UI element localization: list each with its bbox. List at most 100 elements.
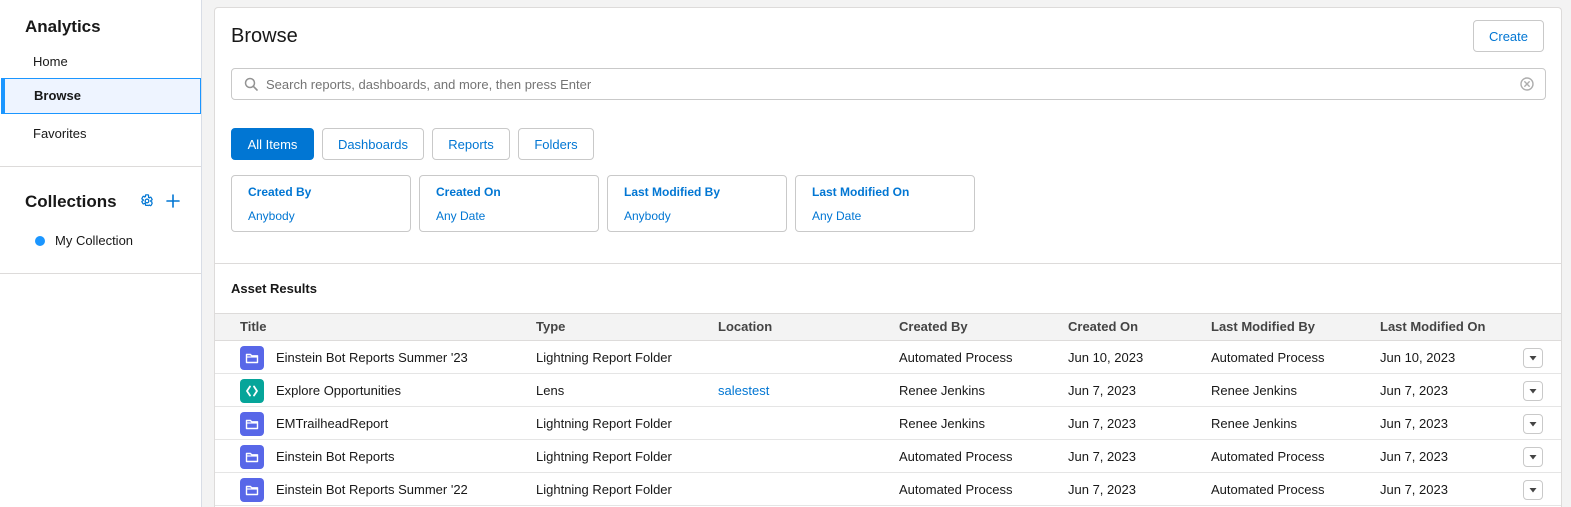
- filter-last-modified-by[interactable]: Last Modified By Anybody: [607, 175, 787, 232]
- filter-bar: Created By Anybody Created On Any Date L…: [231, 175, 975, 232]
- column-header-type[interactable]: Type: [536, 314, 565, 340]
- folder-icon: [240, 445, 264, 469]
- column-header-title[interactable]: Title: [240, 314, 267, 340]
- browse-panel: Browse Create All Items Dashboards Repor…: [214, 7, 1562, 507]
- row-actions-button[interactable]: [1523, 381, 1543, 401]
- chevron-down-icon: [1529, 455, 1537, 460]
- row-created-on: Jun 7, 2023: [1068, 383, 1136, 398]
- tab-all-items[interactable]: All Items: [231, 128, 314, 160]
- sidebar-divider: [0, 166, 201, 167]
- collections-title: Collections: [25, 192, 117, 211]
- page-title: Browse: [231, 25, 298, 47]
- row-location-link[interactable]: salestest: [718, 374, 769, 407]
- row-last-modified-by: Automated Process: [1211, 449, 1325, 464]
- row-last-modified-by: Automated Process: [1211, 482, 1325, 497]
- filter-last-modified-on[interactable]: Last Modified On Any Date: [795, 175, 975, 232]
- table-row[interactable]: Explore Opportunities Lens salestest Renee …: [215, 374, 1561, 407]
- chevron-down-icon: [1529, 389, 1537, 394]
- row-title[interactable]: Explore Opportunities: [276, 374, 401, 407]
- collection-dot-icon: [35, 235, 45, 246]
- folder-icon: [240, 478, 264, 502]
- tab-reports[interactable]: Reports: [432, 128, 510, 160]
- filter-value: Anybody: [624, 209, 671, 223]
- folder-icon: [240, 412, 264, 436]
- row-created-by: Automated Process: [899, 350, 1013, 365]
- row-actions-button[interactable]: [1523, 414, 1543, 434]
- lens-icon: [240, 379, 264, 403]
- column-header-last-modified-by[interactable]: Last Modified By: [1211, 314, 1315, 340]
- row-created-by: Automated Process: [899, 482, 1013, 497]
- row-created-by: Renee Jenkins: [899, 416, 985, 431]
- row-last-modified-on: Jun 7, 2023: [1380, 383, 1448, 398]
- sidebar-divider: [0, 273, 201, 274]
- filter-label: Created On: [436, 185, 501, 199]
- filter-value: Any Date: [812, 209, 862, 223]
- sidebar-item-favorites[interactable]: Favorites: [0, 116, 201, 152]
- filter-label: Last Modified By: [624, 185, 721, 199]
- app-title: Analytics: [25, 17, 101, 36]
- row-last-modified-on: Jun 10, 2023: [1380, 350, 1456, 365]
- results-table: Title Type Location Created By Created O…: [215, 313, 1561, 506]
- filter-value: Anybody: [248, 209, 295, 223]
- column-header-last-modified-on[interactable]: Last Modified On: [1380, 314, 1485, 340]
- filter-created-on[interactable]: Created On Any Date: [419, 175, 599, 232]
- results-title: Asset Results: [231, 281, 317, 296]
- row-title[interactable]: Einstein Bot Reports Summer '23: [276, 341, 468, 374]
- table-row[interactable]: Einstein Bot Reports Summer '23 Lightning…: [215, 341, 1561, 374]
- table-row[interactable]: EMTrailheadReport Lightning Report Folder…: [215, 407, 1561, 440]
- row-title[interactable]: Einstein Bot Reports Summer '22: [276, 473, 468, 506]
- chevron-down-icon: [1529, 488, 1537, 493]
- table-row[interactable]: Einstein Bot Reports Lightning Report Fol…: [215, 440, 1561, 473]
- tab-dashboards[interactable]: Dashboards: [322, 128, 424, 160]
- row-created-on: Jun 7, 2023: [1068, 482, 1136, 497]
- row-type: Lightning Report Folder: [536, 416, 672, 431]
- row-actions-button[interactable]: [1523, 447, 1543, 467]
- column-header-created-on[interactable]: Created On: [1068, 314, 1138, 340]
- table-header: Title Type Location Created By Created O…: [215, 313, 1561, 341]
- table-body: Einstein Bot Reports Summer '23 Lightning…: [215, 341, 1561, 506]
- search-icon: [244, 77, 258, 91]
- tab-folders[interactable]: Folders: [518, 128, 594, 160]
- gear-icon[interactable]: [140, 194, 154, 208]
- row-type: Lightning Report Folder: [536, 449, 672, 464]
- row-type: Lens: [536, 383, 565, 398]
- sidebar-item-browse[interactable]: Browse: [1, 78, 201, 114]
- search-input[interactable]: [258, 76, 1520, 92]
- row-created-on: Jun 7, 2023: [1068, 449, 1136, 464]
- row-actions-button[interactable]: [1523, 348, 1543, 368]
- row-last-modified-on: Jun 7, 2023: [1380, 416, 1448, 431]
- filter-label: Last Modified On: [812, 185, 910, 199]
- filter-label: Created By: [248, 185, 312, 199]
- row-last-modified-on: Jun 7, 2023: [1380, 482, 1448, 497]
- row-type: Lightning Report Folder: [536, 482, 672, 497]
- create-button[interactable]: Create: [1473, 20, 1544, 52]
- clear-icon[interactable]: [1520, 77, 1534, 91]
- row-created-by: Renee Jenkins: [899, 383, 985, 398]
- table-row[interactable]: Einstein Bot Reports Summer '22 Lightning…: [215, 473, 1561, 506]
- row-created-on: Jun 10, 2023: [1068, 350, 1144, 365]
- row-created-on: Jun 7, 2023: [1068, 416, 1136, 431]
- sidebar-item-home[interactable]: Home: [0, 44, 201, 80]
- row-created-by: Automated Process: [899, 449, 1013, 464]
- chevron-down-icon: [1529, 422, 1537, 427]
- collection-label: My Collection: [55, 233, 134, 248]
- sidebar: Analytics Home Browse Favorites Collecti…: [0, 0, 202, 507]
- search-box[interactable]: [231, 68, 1546, 100]
- row-last-modified-by: Renee Jenkins: [1211, 416, 1297, 431]
- row-last-modified-by: Renee Jenkins: [1211, 383, 1297, 398]
- section-divider: [215, 263, 1561, 264]
- row-title[interactable]: Einstein Bot Reports: [276, 440, 395, 473]
- column-header-created-by[interactable]: Created By: [899, 314, 968, 340]
- row-last-modified-on: Jun 7, 2023: [1380, 449, 1448, 464]
- filter-created-by[interactable]: Created By Anybody: [231, 175, 411, 232]
- collection-item-my-collection[interactable]: My Collection: [35, 233, 133, 248]
- row-type: Lightning Report Folder: [536, 350, 672, 365]
- row-title[interactable]: EMTrailheadReport: [276, 407, 388, 440]
- folder-icon: [240, 346, 264, 370]
- row-last-modified-by: Automated Process: [1211, 350, 1325, 365]
- filter-value: Any Date: [436, 209, 486, 223]
- type-tabs: All Items Dashboards Reports Folders: [231, 128, 594, 160]
- add-collection-icon[interactable]: [166, 194, 180, 208]
- column-header-location[interactable]: Location: [718, 314, 772, 340]
- row-actions-button[interactable]: [1523, 480, 1543, 500]
